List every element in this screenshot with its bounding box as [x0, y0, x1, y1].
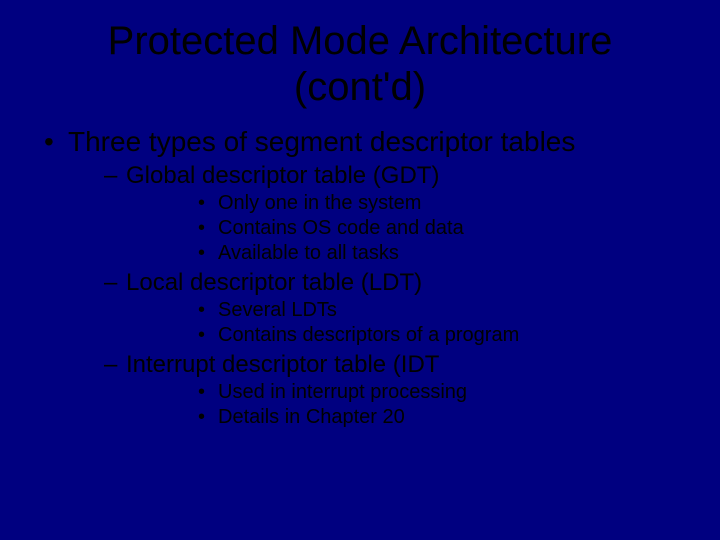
- bullet-text: Three types of segment descriptor tables: [68, 126, 575, 157]
- bullet-text: Interrupt descriptor table (IDT: [126, 351, 439, 378]
- bullet-text: Only one in the system: [218, 192, 421, 214]
- bullet-text: Used in interrupt processing: [218, 381, 467, 403]
- bullet-text: Details in Chapter 20: [218, 406, 405, 428]
- bullet-level3: Several LDTs: [126, 299, 680, 322]
- bullet-text: Local descriptor table (LDT): [126, 269, 422, 296]
- bullet-text: Global descriptor table (GDT): [126, 162, 439, 189]
- bullet-level2: Global descriptor table (GDT) Only one i…: [68, 162, 680, 265]
- bullet-text: Contains descriptors of a program: [218, 324, 519, 346]
- bullet-level3: Contains OS code and data: [126, 217, 680, 240]
- bullet-level3: Only one in the system: [126, 192, 680, 215]
- slide-body: Three types of segment descriptor tables…: [40, 116, 680, 429]
- bullet-level1: Three types of segment descriptor tables…: [40, 126, 680, 429]
- bullet-level3: Details in Chapter 20: [126, 406, 680, 429]
- slide: Protected Mode Architecture (cont'd) Thr…: [0, 0, 720, 540]
- bullet-level3: Used in interrupt processing: [126, 381, 680, 404]
- bullet-level3: Contains descriptors of a program: [126, 324, 680, 347]
- bullet-level3: Available to all tasks: [126, 242, 680, 265]
- bullet-text: Contains OS code and data: [218, 217, 464, 239]
- bullet-level2: Local descriptor table (LDT) Several LDT…: [68, 269, 680, 347]
- title-line-1: Protected Mode Architecture: [108, 19, 613, 63]
- bullet-text: Several LDTs: [218, 299, 337, 321]
- title-line-2: (cont'd): [294, 65, 426, 109]
- bullet-text: Available to all tasks: [218, 242, 399, 264]
- bullet-level2: Interrupt descriptor table (IDT Used in …: [68, 351, 680, 429]
- slide-title: Protected Mode Architecture (cont'd): [40, 18, 680, 116]
